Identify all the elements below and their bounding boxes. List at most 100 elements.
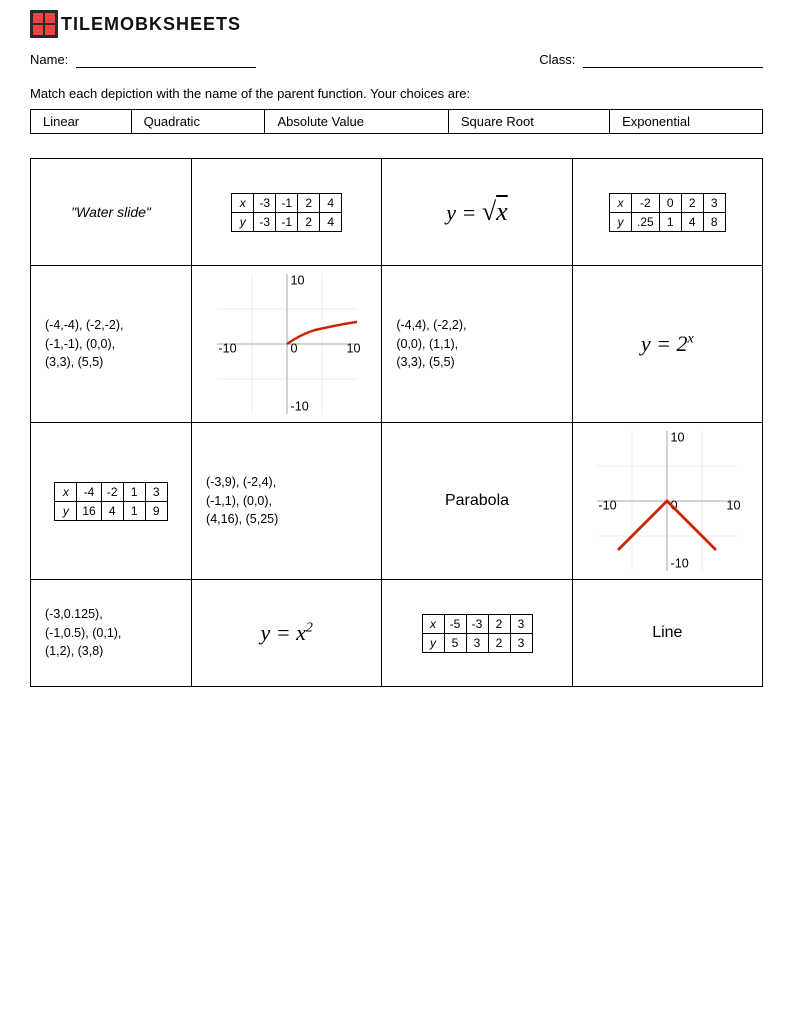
table-cell: 2 (298, 212, 320, 231)
graph-r2c2: 10 -10 10 -10 0 (207, 274, 367, 414)
cell-r1c2: x -3 -1 2 4 y -3 -1 2 4 (192, 159, 382, 266)
table-cell: 3 (145, 482, 167, 501)
table-cell: 4 (320, 193, 342, 212)
cell-r2c3: (-4,4), (-2,2),(0,0), (1,1),(3,3), (5,5) (382, 266, 572, 423)
table-cell: 3 (510, 614, 532, 633)
table-cell: 2 (298, 193, 320, 212)
table-cell: 2 (488, 633, 510, 652)
cell-r3c3: Parabola (382, 423, 572, 580)
logo-text: ТILЕМОВKSHEETS (61, 14, 241, 35)
table-cell: x (609, 193, 631, 212)
table-cell: 16 (77, 501, 101, 520)
table-row: "Water slide" x -3 -1 2 4 y -3 -1 (31, 159, 763, 266)
name-field: Name: (30, 52, 256, 68)
cell-r4c4: Line (572, 580, 762, 687)
table-cell: y (55, 501, 77, 520)
choice-absolute-value: Absolute Value (265, 110, 448, 134)
table-cell: 3 (510, 633, 532, 652)
r4c4-line-text: Line (652, 624, 682, 642)
svg-text:0: 0 (290, 341, 297, 355)
name-label: Name: (30, 52, 68, 67)
table-cell: -2 (101, 482, 123, 501)
table-cell: 9 (145, 501, 167, 520)
class-line (583, 52, 763, 68)
table-cell: x (422, 614, 444, 633)
table-cell: 0 (659, 193, 681, 212)
table-cell: x (232, 193, 254, 212)
table-cell: -3 (254, 212, 276, 231)
cell-r1c1: "Water slide" (31, 159, 192, 266)
choice-exponential: Exponential (610, 110, 763, 134)
r3c3-parabola-text: Parabola (445, 492, 509, 510)
logo-header: ТILЕМОВKSHEETS (30, 10, 763, 38)
cell-r4c3: x -5 -3 2 3 y 5 3 2 3 (382, 580, 572, 687)
cell-r2c2: 10 -10 10 -10 0 (192, 266, 382, 423)
table-cell: 4 (681, 212, 703, 231)
graph-r3c4: 10 -10 10 -10 0 (587, 431, 747, 571)
choices-table: Linear Quadratic Absolute Value Square R… (30, 109, 763, 134)
cell-r2c1: (-4,-4), (-2,-2),(-1,-1), (0,0),(3,3), (… (31, 266, 192, 423)
cell-r2c4: y = 2x (572, 266, 762, 423)
instructions-text: Match each depiction with the name of th… (30, 86, 763, 101)
r4c2-expr: y = x2 (260, 620, 312, 646)
svg-text:10: 10 (346, 341, 360, 355)
table-row: (-3,0.125),(-1,0.5), (0,1),(1,2), (3,8) … (31, 580, 763, 687)
svg-text:10: 10 (671, 431, 685, 445)
choice-linear: Linear (31, 110, 132, 134)
svg-text:10: 10 (290, 274, 304, 288)
table-cell: -3 (466, 614, 488, 633)
table-row: (-4,-4), (-2,-2),(-1,-1), (0,0),(3,3), (… (31, 266, 763, 423)
table-cell: -1 (276, 212, 298, 231)
table-cell: y (609, 212, 631, 231)
waterslide-text: "Water slide" (71, 204, 151, 220)
table-cell: 1 (659, 212, 681, 231)
table-cell: 4 (320, 212, 342, 231)
table-cell: 1 (123, 501, 145, 520)
table-cell: 8 (703, 212, 725, 231)
svg-text:-10: -10 (290, 400, 308, 414)
r2c4-expr: y = 2x (641, 331, 694, 357)
r2c3-points: (-4,4), (-2,2),(0,0), (1,1),(3,3), (5,5) (396, 316, 466, 372)
name-line (76, 52, 256, 68)
name-class-row: Name: Class: (30, 52, 763, 68)
table-cell: -3 (254, 193, 276, 212)
cell-r4c1: (-3,0.125),(-1,0.5), (0,1),(1,2), (3,8) (31, 580, 192, 687)
cell-r3c4: 10 -10 10 -10 0 (572, 423, 762, 580)
row4-table: x -5 -3 2 3 y 5 3 2 3 (422, 614, 533, 653)
table-cell: 1 (123, 482, 145, 501)
row1-exp-table: x -2 0 2 3 y .25 1 4 8 (609, 193, 726, 232)
table-row: x -4 -2 1 3 y 16 4 1 9 (31, 423, 763, 580)
cell-r1c3: y = √x (382, 159, 572, 266)
svg-text:-10: -10 (218, 341, 236, 355)
cell-r3c1: x -4 -2 1 3 y 16 4 1 9 (31, 423, 192, 580)
table-cell: 5 (444, 633, 466, 652)
table-cell: 4 (101, 501, 123, 520)
table-cell: y (422, 633, 444, 652)
table-cell: -5 (444, 614, 466, 633)
table-cell: 2 (488, 614, 510, 633)
cell-r4c2: y = x2 (192, 580, 382, 687)
table-cell: 3 (703, 193, 725, 212)
logo-icon (30, 10, 58, 38)
table-cell: x (55, 482, 77, 501)
sqrt-expr: y = √x (446, 197, 507, 227)
table-cell: .25 (631, 212, 659, 231)
svg-text:-10: -10 (599, 498, 617, 512)
svg-text:-10: -10 (671, 557, 689, 571)
choice-square-root: Square Root (448, 110, 609, 134)
main-worksheet-table: "Water slide" x -3 -1 2 4 y -3 -1 (30, 158, 763, 687)
table-cell: -2 (631, 193, 659, 212)
row1-data-table: x -3 -1 2 4 y -3 -1 2 4 (231, 193, 342, 232)
row3-table: x -4 -2 1 3 y 16 4 1 9 (54, 482, 167, 521)
choice-quadratic: Quadratic (131, 110, 265, 134)
cell-r3c2: (-3,9), (-2,4),(-1,1), (0,0),(4,16), (5,… (192, 423, 382, 580)
r4c1-points: (-3,0.125),(-1,0.5), (0,1),(1,2), (3,8) (45, 605, 121, 661)
table-cell: 3 (466, 633, 488, 652)
table-cell: 2 (681, 193, 703, 212)
svg-text:10: 10 (727, 498, 741, 512)
table-cell: -1 (276, 193, 298, 212)
class-label: Class: (539, 52, 575, 67)
cell-r1c4: x -2 0 2 3 y .25 1 4 8 (572, 159, 762, 266)
table-cell: -4 (77, 482, 101, 501)
table-cell: y (232, 212, 254, 231)
